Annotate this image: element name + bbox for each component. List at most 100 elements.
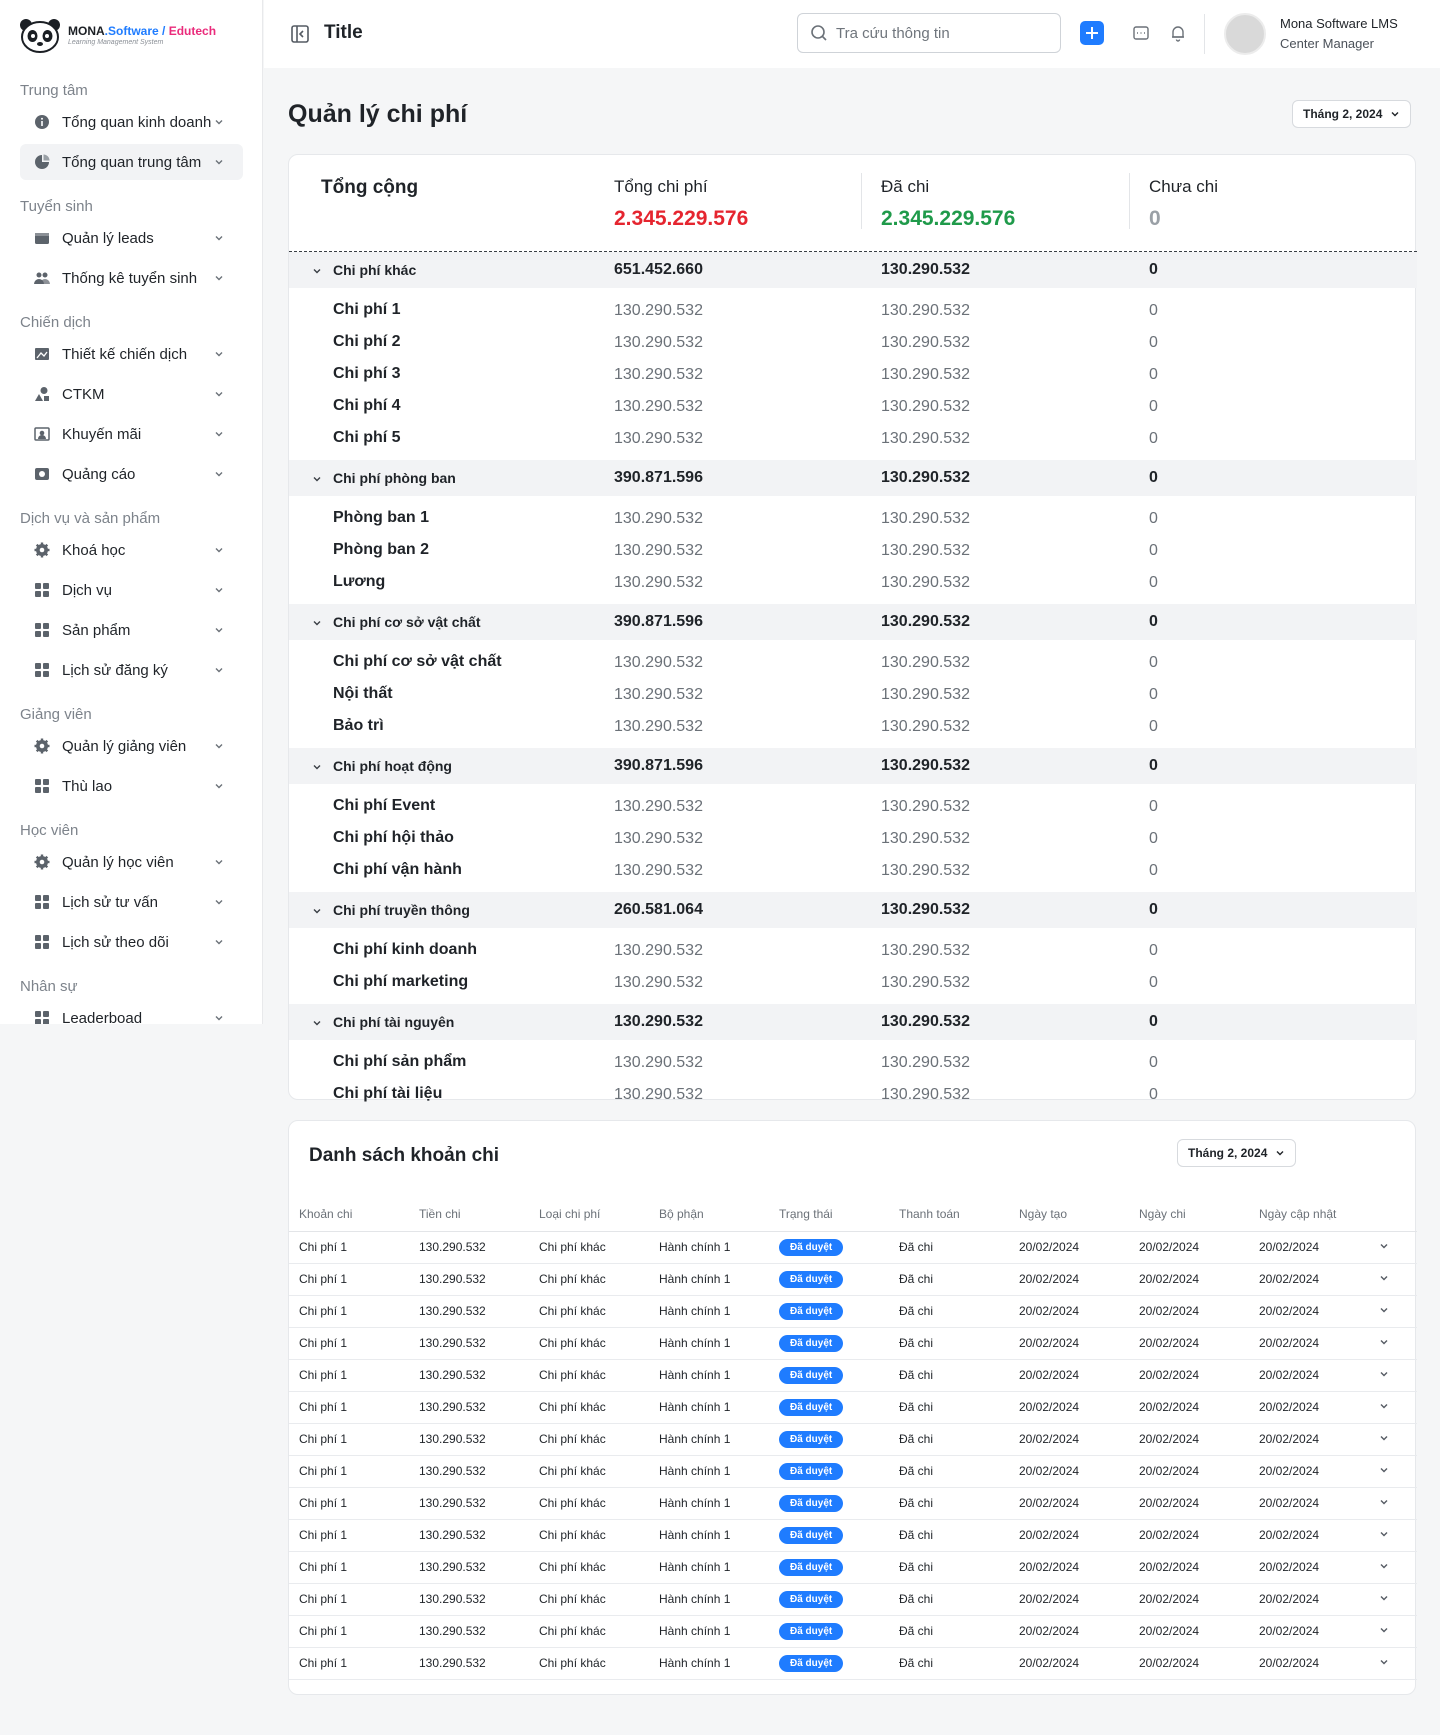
chevron-down-icon[interactable] [1379, 1625, 1389, 1635]
sidebar-item[interactable]: Lịch sử theo dõi [20, 924, 243, 960]
chevron-down-icon[interactable] [311, 264, 323, 276]
column-header[interactable]: Bộ phận [649, 1197, 769, 1232]
cost-group-row[interactable]: Chi phí cơ sở vật chất 390.871.596 130.290… [289, 604, 1417, 640]
table-row[interactable]: Chi phí 1 130.290.532 Chi phí khác Hành chí… [289, 1487, 1417, 1520]
sidebar-item[interactable]: Tổng quan kinh doanh [20, 104, 243, 140]
column-header[interactable]: Loại chi phí [529, 1197, 649, 1232]
sidebar-item[interactable]: Khoá học [20, 532, 243, 568]
chevron-down-icon[interactable] [1379, 1433, 1389, 1443]
sidebar-item[interactable]: Quản lý leads [20, 220, 243, 256]
table-row[interactable]: Chi phí 1 130.290.532 Chi phí khác Hành chí… [289, 1455, 1417, 1488]
row-expand-cell[interactable] [1369, 1295, 1417, 1328]
sidebar-item[interactable]: Thù lao [20, 768, 243, 804]
sidebar-item[interactable]: Sản phẩm [20, 612, 243, 648]
table-row[interactable]: Chi phí 1 130.290.532 Chi phí khác Hành chí… [289, 1615, 1417, 1648]
table-row[interactable]: Chi phí 1 130.290.532 Chi phí khác Hành chí… [289, 1263, 1417, 1296]
table-row[interactable]: Chi phí 1 130.290.532 Chi phí khác Hành chí… [289, 1551, 1417, 1584]
sidebar-item[interactable]: Quản lý giảng viên [20, 728, 243, 764]
sidebar-item[interactable]: CTKM [20, 376, 243, 412]
chevron-down-icon[interactable] [213, 467, 225, 479]
chevron-down-icon[interactable] [213, 895, 225, 907]
chevron-down-icon[interactable] [1379, 1529, 1389, 1539]
table-row[interactable]: Chi phí 1 130.290.532 Chi phí khác Hành chí… [289, 1583, 1417, 1616]
sidebar-item[interactable]: Quảng cáo [20, 456, 243, 492]
sidebar-item[interactable]: Dịch vụ [20, 572, 243, 608]
column-header[interactable]: Ngày chi [1129, 1197, 1249, 1232]
month-picker[interactable]: Tháng 2, 2024 [1292, 100, 1412, 128]
row-expand-cell[interactable] [1369, 1231, 1417, 1264]
sidebar-item[interactable]: Thống kê tuyển sinh [20, 260, 243, 296]
column-header[interactable]: Khoản chi [289, 1197, 409, 1232]
chevron-down-icon[interactable] [213, 663, 225, 675]
search-box[interactable] [797, 13, 1061, 53]
chevron-down-icon[interactable] [1379, 1593, 1389, 1603]
chevron-down-icon[interactable] [1379, 1497, 1389, 1507]
row-expand-cell[interactable] [1369, 1551, 1417, 1584]
chevron-down-icon[interactable] [311, 616, 323, 628]
chevron-down-icon[interactable] [1379, 1241, 1389, 1251]
chevron-down-icon[interactable] [213, 387, 225, 399]
chevron-down-icon[interactable] [1379, 1561, 1389, 1571]
sidebar-item[interactable]: Khuyến mãi [20, 416, 243, 452]
chevron-down-icon[interactable] [1379, 1273, 1389, 1283]
table-row[interactable]: Chi phí 1 130.290.532 Chi phí khác Hành chí… [289, 1359, 1417, 1392]
sidebar-item[interactable]: Lịch sử tư vấn [20, 884, 243, 920]
row-expand-cell[interactable] [1369, 1455, 1417, 1488]
chevron-down-icon[interactable] [213, 543, 225, 555]
cost-group-row[interactable]: Chi phí phòng ban 390.871.596 130.290.532 0 [289, 460, 1417, 496]
sidebar-item[interactable]: Leaderboad [20, 1000, 243, 1024]
cost-group-row[interactable]: Chi phí tài nguyên 130.290.532 130.290.532… [289, 1004, 1417, 1040]
row-expand-cell[interactable] [1369, 1423, 1417, 1456]
sidebar-item[interactable]: Lịch sử đăng ký [20, 652, 243, 688]
chevron-down-icon[interactable] [213, 347, 225, 359]
chevron-down-icon[interactable] [1379, 1305, 1389, 1315]
row-expand-cell[interactable] [1369, 1647, 1417, 1680]
chevron-down-icon[interactable] [311, 1016, 323, 1028]
chevron-down-icon[interactable] [213, 855, 225, 867]
chevron-down-icon[interactable] [213, 427, 225, 439]
chevron-down-icon[interactable] [213, 779, 225, 791]
cost-group-row[interactable]: Chi phí hoạt động 390.871.596 130.290.532 0 [289, 748, 1417, 784]
chevron-down-icon[interactable] [311, 760, 323, 772]
chevron-down-icon[interactable] [213, 739, 225, 751]
row-expand-cell[interactable] [1369, 1583, 1417, 1616]
cost-group-row[interactable]: Chi phí khác 651.452.660 130.290.532 0 [289, 252, 1417, 288]
chevron-down-icon[interactable] [1379, 1337, 1389, 1347]
add-button[interactable] [1080, 21, 1104, 45]
chevron-down-icon[interactable] [213, 623, 225, 635]
chevron-down-icon[interactable] [213, 231, 225, 243]
column-header[interactable]: Tiền chi [409, 1197, 529, 1232]
chevron-down-icon[interactable] [213, 1011, 225, 1023]
column-header[interactable]: Thanh toán [889, 1197, 1009, 1232]
column-header[interactable]: Ngày tạo [1009, 1197, 1129, 1232]
avatar[interactable] [1224, 13, 1266, 55]
row-expand-cell[interactable] [1369, 1359, 1417, 1392]
table-row[interactable]: Chi phí 1 130.290.532 Chi phí khác Hành chí… [289, 1327, 1417, 1360]
search-input[interactable] [836, 24, 1046, 42]
chevron-down-icon[interactable] [1379, 1465, 1389, 1475]
row-expand-cell[interactable] [1369, 1615, 1417, 1648]
sidebar-toggle-icon[interactable] [290, 24, 310, 44]
table-row[interactable]: Chi phí 1 130.290.532 Chi phí khác Hành chí… [289, 1391, 1417, 1424]
bell-icon[interactable] [1169, 24, 1187, 42]
table-row[interactable]: Chi phí 1 130.290.532 Chi phí khác Hành chí… [289, 1647, 1417, 1680]
chevron-down-icon[interactable] [213, 271, 225, 283]
sidebar-item[interactable]: Tổng quan trung tâm [20, 144, 243, 180]
chevron-down-icon[interactable] [1379, 1657, 1389, 1667]
chevron-down-icon[interactable] [213, 935, 225, 947]
row-expand-cell[interactable] [1369, 1327, 1417, 1360]
message-icon[interactable] [1132, 24, 1150, 42]
sidebar-item[interactable]: Quản lý học viên [20, 844, 243, 880]
chevron-down-icon[interactable] [1379, 1401, 1389, 1411]
chevron-down-icon[interactable] [213, 115, 225, 127]
chevron-down-icon[interactable] [213, 583, 225, 595]
column-header[interactable]: Trạng thái [769, 1197, 889, 1232]
row-expand-cell[interactable] [1369, 1487, 1417, 1520]
chevron-down-icon[interactable] [311, 904, 323, 916]
column-header[interactable]: Ngày cập nhật [1249, 1197, 1369, 1232]
table-row[interactable]: Chi phí 1 130.290.532 Chi phí khác Hành chí… [289, 1423, 1417, 1456]
row-expand-cell[interactable] [1369, 1263, 1417, 1296]
table-row[interactable]: Chi phí 1 130.290.532 Chi phí khác Hành chí… [289, 1231, 1417, 1264]
row-expand-cell[interactable] [1369, 1519, 1417, 1552]
logo[interactable]: MONA.Software / Edutech Learning Managem… [18, 16, 216, 54]
